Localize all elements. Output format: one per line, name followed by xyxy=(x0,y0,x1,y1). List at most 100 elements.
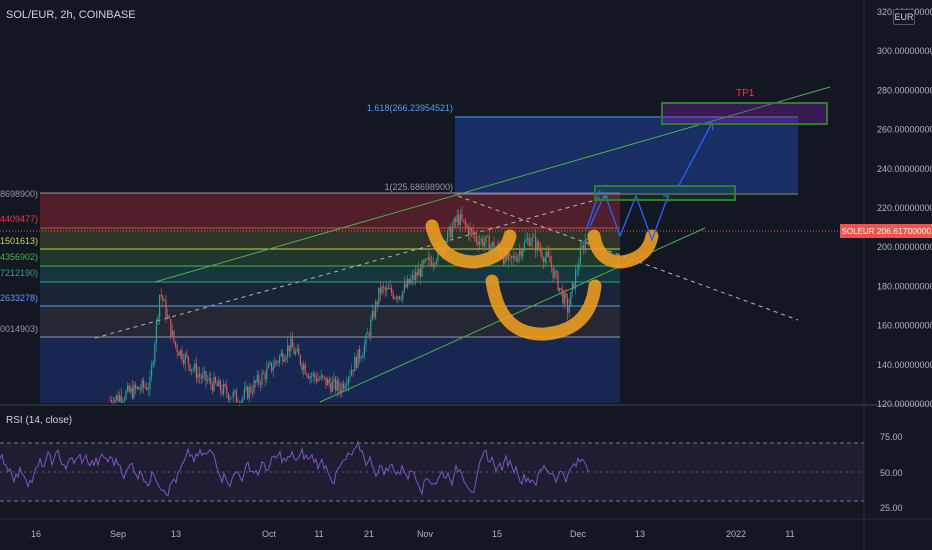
candle-body xyxy=(307,375,309,379)
fib-extension[interactable] xyxy=(455,116,798,195)
candle-body xyxy=(488,236,490,252)
candle-body xyxy=(482,238,484,247)
candle-body xyxy=(551,262,553,268)
candle-body xyxy=(323,376,325,378)
price-tick-label: 280.00000000 xyxy=(877,85,932,95)
fib-retracement[interactable] xyxy=(40,192,620,403)
candle-body xyxy=(509,253,511,257)
candle-body xyxy=(429,257,431,262)
candle-body xyxy=(247,386,249,399)
candle-body xyxy=(239,404,241,406)
candle-body xyxy=(157,316,159,321)
candle-body xyxy=(349,375,351,378)
candle-body xyxy=(287,345,289,357)
candle-body xyxy=(435,260,437,265)
candle-body xyxy=(331,381,333,392)
candle-body xyxy=(136,387,138,389)
candle-body xyxy=(149,377,151,389)
candle-body xyxy=(229,398,231,400)
candle-body xyxy=(267,364,269,369)
candle-body xyxy=(295,351,297,355)
candle-body xyxy=(163,300,165,302)
price-tick-label: 180.00000000 xyxy=(877,281,932,291)
candle-body xyxy=(413,275,415,281)
candle-body xyxy=(419,268,421,277)
candle-body xyxy=(547,251,549,257)
fib-ext-label: 1.618(266.23954521) xyxy=(367,103,453,113)
candle-body xyxy=(503,258,505,264)
candle-body xyxy=(259,383,261,385)
candle-body xyxy=(370,319,372,336)
candle-body xyxy=(379,287,381,294)
candle-body xyxy=(253,380,255,393)
candle-body xyxy=(354,357,356,372)
current-price-tag: SOLEUR 206.61700000 xyxy=(840,224,932,238)
candle-body xyxy=(459,213,461,226)
candle-body xyxy=(327,379,329,386)
time-axis[interactable]: 16 Sep 13 Oct 11 21 Nov 15 Dec 13 2022 11 xyxy=(31,529,795,539)
candle-body xyxy=(231,397,233,399)
candle-body xyxy=(376,301,378,305)
fib-label-0382: 0.382(197.61501613) xyxy=(0,236,38,246)
current-price-label: 206.61700000 xyxy=(877,226,932,236)
candle-body xyxy=(293,347,295,355)
candle-body xyxy=(330,383,332,392)
candle-body xyxy=(306,373,308,376)
candle-body xyxy=(221,390,223,394)
candle-body xyxy=(367,333,369,335)
candle-body xyxy=(130,387,132,392)
fib-label-0618: 0.618(180.27212190) xyxy=(0,268,38,278)
candle-body xyxy=(146,387,148,390)
candle-body xyxy=(343,383,345,389)
rsi-pane[interactable] xyxy=(0,439,864,502)
rsi-label-50: 50.00 xyxy=(880,468,903,478)
candle-body xyxy=(407,278,409,288)
candle-body xyxy=(192,368,194,370)
candle-body xyxy=(546,251,548,258)
candle-body xyxy=(283,359,285,362)
candle-body xyxy=(520,250,522,257)
candle-body xyxy=(373,310,375,318)
candle-body xyxy=(344,385,346,389)
candle-body xyxy=(127,385,129,392)
candle-body xyxy=(272,367,274,371)
candle-body xyxy=(539,249,541,252)
candle-body xyxy=(586,238,588,241)
candle-body xyxy=(552,267,554,278)
candle-body xyxy=(133,384,135,398)
candle-body xyxy=(194,363,196,369)
candle-body xyxy=(154,343,156,362)
candle-body xyxy=(125,391,127,400)
candle-body xyxy=(277,361,279,363)
candle-body xyxy=(386,287,388,291)
candle-body xyxy=(115,395,117,400)
candle-body xyxy=(397,296,399,299)
time-tick-label: Nov xyxy=(417,529,434,539)
candle-body xyxy=(123,399,125,402)
candle-body xyxy=(155,320,157,344)
candle-body xyxy=(346,384,348,386)
candle-body xyxy=(471,228,473,231)
rsi-title[interactable]: RSI (14, close) xyxy=(6,415,72,426)
candle-body xyxy=(423,261,425,263)
candle-body xyxy=(290,338,292,352)
candle-body xyxy=(517,255,519,261)
candle-body xyxy=(242,397,244,402)
symbol-title[interactable]: SOL/EUR, 2h, COINBASE xyxy=(6,9,136,21)
candle-body xyxy=(391,287,393,294)
candle-body xyxy=(472,230,474,236)
candle-body xyxy=(531,236,533,243)
currency-button[interactable]: EUR xyxy=(893,9,915,25)
candle-body xyxy=(120,395,122,403)
candle-body xyxy=(138,387,140,390)
time-tick-label: 13 xyxy=(635,529,645,539)
price-tick-label: 140.00000000 xyxy=(877,360,932,370)
candle-body xyxy=(575,270,577,289)
candle-body xyxy=(304,364,306,374)
candle-body xyxy=(167,315,169,318)
candle-body xyxy=(394,297,396,299)
candle-body xyxy=(536,241,538,251)
price-axis[interactable]: 320.00000000300.00000000280.00000000260.… xyxy=(877,7,932,409)
candle-body xyxy=(224,384,226,387)
chart-canvas[interactable]: 0(225.68698900) 0.236(208.34409477) 0.38… xyxy=(0,0,932,550)
